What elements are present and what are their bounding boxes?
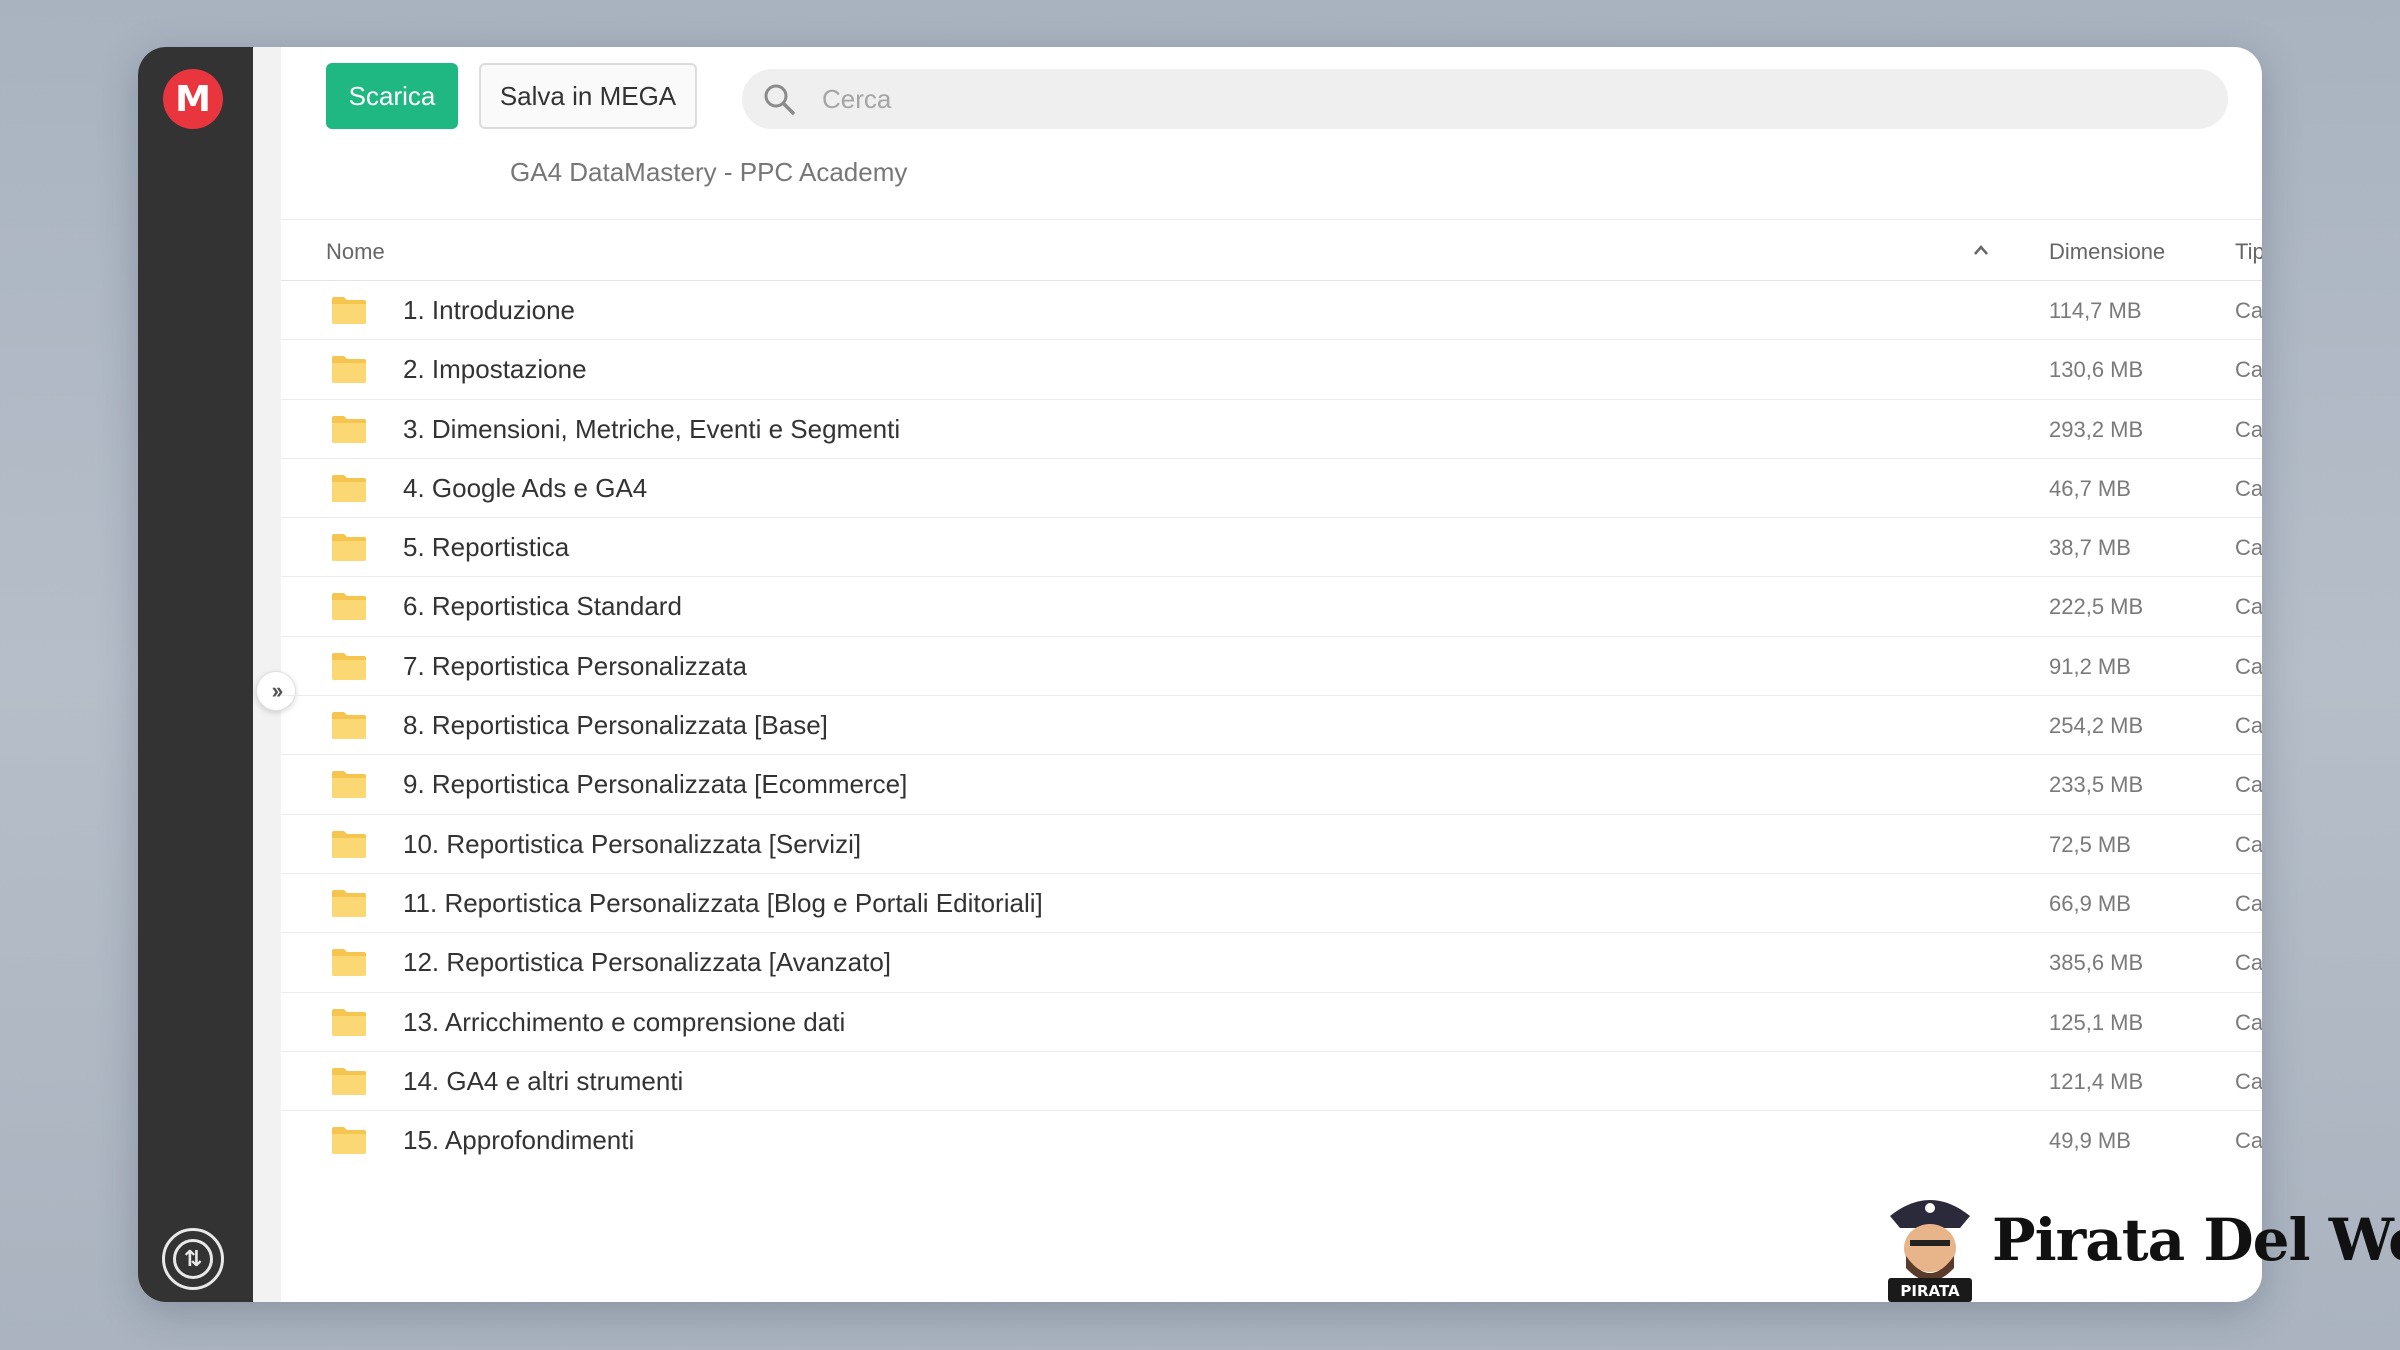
- caret-up-icon: [1974, 245, 1988, 255]
- column-header-name[interactable]: Nome: [326, 239, 385, 265]
- row-size: 125,1 MB: [2049, 1009, 2144, 1035]
- row-size: 72,5 MB: [2049, 831, 2131, 857]
- row-type: Cartella: [2235, 1009, 2262, 1035]
- search-bar[interactable]: [742, 69, 2228, 129]
- table-row[interactable]: 6. Reportistica Standard 222,5 MB Cartel…: [281, 577, 2262, 637]
- folder-icon: [332, 771, 366, 799]
- row-name: 2. Impostazione: [403, 354, 587, 385]
- table-row[interactable]: 10. Reportistica Personalizzata [Servizi…: [281, 815, 2262, 874]
- row-size: 222,5 MB: [2049, 594, 2144, 620]
- row-name: 5. Reportistica: [403, 532, 570, 563]
- row-type: Cartella: [2235, 950, 2262, 976]
- download-button[interactable]: Scarica: [326, 63, 458, 129]
- row-size: 293,2 MB: [2049, 416, 2144, 442]
- transfer-icon[interactable]: ⇅: [162, 1228, 224, 1290]
- row-type: Cartella: [2235, 594, 2262, 620]
- save-to-mega-button[interactable]: Salva in MEGA: [479, 63, 697, 129]
- watermark: PIRATA Pirata Del Web: [1880, 1186, 2400, 1302]
- table-row[interactable]: 3. Dimensioni, Metriche, Eventi e Segmen…: [281, 400, 2262, 459]
- folder-icon: [332, 415, 366, 443]
- row-size: 91,2 MB: [2049, 653, 2131, 679]
- row-type: Cartella: [2235, 416, 2262, 442]
- folder-icon: [332, 356, 366, 384]
- row-name: 14. GA4 e altri strumenti: [403, 1065, 684, 1096]
- column-header-type[interactable]: Tipo: [2235, 239, 2262, 265]
- folder-icon: [332, 830, 366, 858]
- row-size: 233,5 MB: [2049, 772, 2144, 798]
- pirate-mascot-icon: PIRATA: [1888, 1200, 1972, 1302]
- table-row[interactable]: 4. Google Ads e GA4 46,7 MB Cartella: [281, 459, 2262, 519]
- row-size: 130,6 MB: [2049, 357, 2144, 383]
- table-row[interactable]: 14. GA4 e altri strumenti 121,4 MB Carte…: [281, 1052, 2262, 1112]
- row-size: 254,2 MB: [2049, 713, 2144, 739]
- row-type: Cartella: [2235, 1128, 2262, 1154]
- row-name: 3. Dimensioni, Metriche, Eventi e Segmen…: [403, 413, 901, 444]
- row-name: 11. Reportistica Personalizzata [Blog e …: [403, 887, 1043, 918]
- folder-icon: [332, 712, 366, 740]
- sidebar: M ⇅: [138, 47, 253, 1302]
- row-name: 7. Reportistica Personalizzata: [403, 650, 747, 681]
- row-size: 38,7 MB: [2049, 535, 2131, 561]
- folder-icon: [332, 652, 366, 680]
- row-size: 49,9 MB: [2049, 1128, 2131, 1154]
- row-size: 385,6 MB: [2049, 950, 2144, 976]
- watermark-text: Pirata Del Web: [1992, 1206, 2400, 1274]
- mega-logo[interactable]: M: [163, 69, 223, 129]
- table-row[interactable]: 7. Reportistica Personalizzata 91,2 MB C…: [281, 637, 2262, 697]
- folder-icon: [332, 297, 366, 324]
- row-size: 66,9 MB: [2049, 890, 2131, 916]
- sort-ascending-icon[interactable]: [1973, 234, 1989, 256]
- table-row[interactable]: 9. Reportistica Personalizzata [Ecommerc…: [281, 755, 2262, 815]
- folder-icon: [332, 1008, 366, 1036]
- folder-icon: [332, 534, 366, 562]
- folder-icon: [332, 889, 366, 917]
- column-header-size[interactable]: Dimensione: [2049, 239, 2165, 265]
- row-name: 4. Google Ads e GA4: [403, 472, 648, 503]
- folder-icon: [332, 474, 366, 502]
- row-type: Cartella: [2235, 890, 2262, 916]
- row-size: 114,7 MB: [2049, 298, 2142, 323]
- row-type: Cartella: [2235, 298, 2262, 323]
- row-name: 1. Introduzione: [403, 295, 576, 325]
- row-type: Cartella: [2235, 357, 2262, 383]
- row-name: 10. Reportistica Personalizzata [Servizi…: [403, 828, 862, 859]
- row-type: Cartella: [2235, 1068, 2262, 1094]
- row-type: Cartella: [2235, 772, 2262, 798]
- row-size: 46,7 MB: [2049, 475, 2131, 501]
- search-icon: [764, 84, 795, 115]
- row-type: Cartella: [2235, 653, 2262, 679]
- row-name: 13. Arricchimento e comprensione dati: [403, 1006, 846, 1037]
- table-row[interactable]: 15. Approfondimenti 49,9 MB Cartella: [281, 1111, 2262, 1170]
- table-row[interactable]: 1. Introduzione 114,7 MB Cartella: [281, 281, 2262, 341]
- table-row[interactable]: 2. Impostazione 130,6 MB Cartella: [281, 340, 2262, 400]
- app-window: M ⇅ ›› Scarica Salva in MEGA GA4 DataMas…: [138, 47, 2262, 1302]
- folder-icon: [332, 1067, 366, 1095]
- row-name: 12. Reportistica Personalizzata [Avanzat…: [403, 947, 892, 978]
- folder-icon: [332, 1127, 366, 1155]
- row-name: 8. Reportistica Personalizzata [Base]: [403, 710, 828, 741]
- breadcrumb[interactable]: GA4 DataMastery - PPC Academy: [510, 157, 907, 188]
- table-header: Nome Dimensione Tipo: [281, 219, 2262, 281]
- row-name: 15. Approfondimenti: [403, 1125, 635, 1156]
- row-type: Cartella: [2235, 475, 2262, 501]
- table-row[interactable]: 5. Reportistica 38,7 MB Cartella: [281, 518, 2262, 578]
- search-input[interactable]: [822, 69, 2202, 129]
- row-size: 121,4 MB: [2049, 1068, 2144, 1094]
- table-row[interactable]: 13. Arricchimento e comprensione dati 12…: [281, 993, 2262, 1052]
- folder-icon: [332, 593, 366, 621]
- row-type: Cartella: [2235, 713, 2262, 739]
- table-row[interactable]: 8. Reportistica Personalizzata [Base] 25…: [281, 696, 2262, 756]
- folder-icon: [332, 949, 366, 977]
- row-name: 6. Reportistica Standard: [403, 591, 682, 622]
- row-type: Cartella: [2235, 535, 2262, 561]
- transfer-arrows-icon: ⇅: [173, 1239, 213, 1279]
- watermark-badge: PIRATA: [1900, 1282, 1960, 1300]
- row-type: Cartella: [2235, 831, 2262, 857]
- row-name: 9. Reportistica Personalizzata [Ecommerc…: [403, 769, 908, 800]
- table-row[interactable]: 11. Reportistica Personalizzata [Blog e …: [281, 874, 2262, 934]
- table-row[interactable]: 12. Reportistica Personalizzata [Avanzat…: [281, 933, 2262, 993]
- file-list: 1. Introduzione 114,7 MB Cartella 2. Imp…: [281, 281, 2262, 1170]
